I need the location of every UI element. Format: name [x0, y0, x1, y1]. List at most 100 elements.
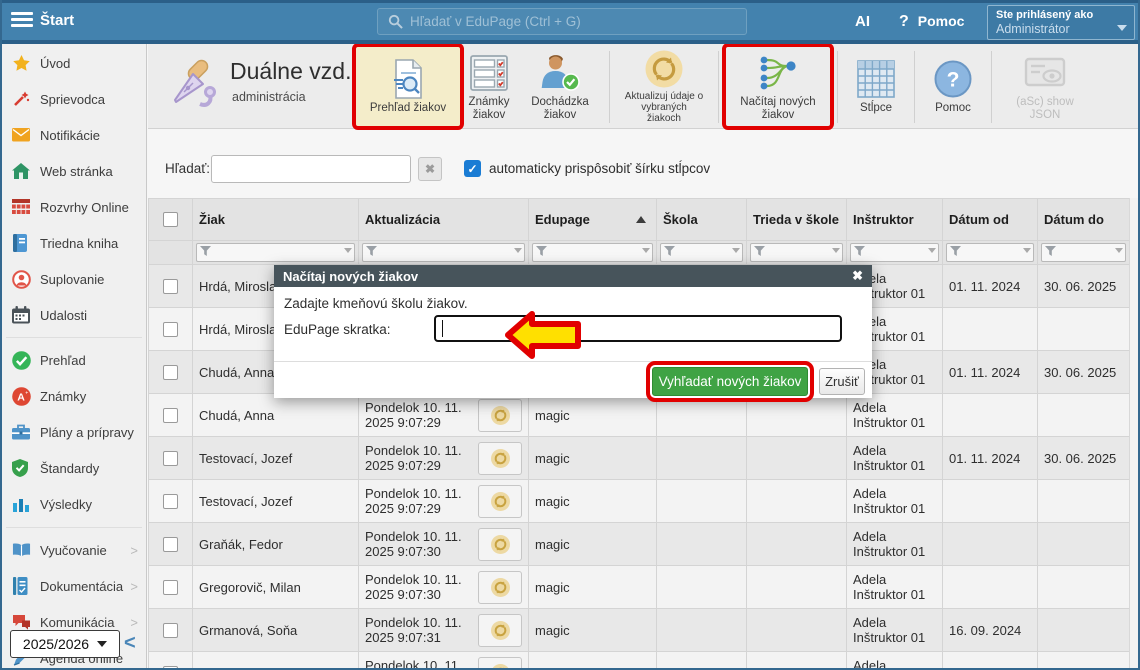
toolbar-button-doch-dzka-iakov[interactable]: Dochádzka žiakov	[518, 47, 602, 126]
sidebar-item-v-sledky[interactable]: Výsledky	[2, 486, 146, 522]
row-checkbox[interactable]	[163, 623, 178, 638]
logged-in-user-menu[interactable]: Ste prihlásený ako Administrátor	[987, 5, 1135, 40]
sidebar-item-dokument-cia[interactable]: Dokumentácia>	[2, 568, 146, 604]
page-subtitle: administrácia	[232, 90, 306, 104]
envelope-icon	[12, 126, 31, 145]
sidebar-item-notifik-cie[interactable]: Notifikácie	[2, 117, 146, 153]
row-checkbox[interactable]	[163, 322, 178, 337]
column-filter-dropdown[interactable]	[750, 243, 843, 262]
refresh-student-button[interactable]	[478, 528, 522, 561]
column-header-trieda-v-kole[interactable]: Trieda v škole	[747, 199, 847, 241]
cell-datum-do: 30. 06. 2025	[1038, 351, 1130, 394]
column-filter-dropdown[interactable]	[362, 243, 525, 262]
sidebar-item--tandardy[interactable]: Štandardy	[2, 450, 146, 486]
column-header-label: Dátum do	[1044, 212, 1104, 227]
toolbar-button-label: Prehľad žiakov	[370, 102, 446, 115]
cell-datum-do	[1038, 523, 1130, 566]
toolbar-button-aktualizuj-daje-o-vybran-ch-iakoch[interactable]: Aktualizuj údaje o vybraných žiakoch	[617, 47, 711, 126]
row-checkbox[interactable]	[163, 451, 178, 466]
sidebar-item-label: Známky	[40, 389, 86, 404]
cell-ziak: Testovací, Jozef	[193, 480, 359, 523]
sidebar-item-sprievodca[interactable]: Sprievodca	[2, 81, 146, 117]
cell-select	[149, 437, 193, 480]
row-checkbox[interactable]	[163, 580, 178, 595]
cell-datum-do	[1038, 609, 1130, 652]
edupage-code-input[interactable]	[434, 315, 842, 342]
cell-edupage: magic	[529, 609, 657, 652]
close-icon[interactable]: ✖	[852, 268, 863, 284]
sidebar-item-preh-ad[interactable]: Prehľad	[2, 342, 146, 378]
cell-select	[149, 566, 193, 609]
sidebar-collapse-icon[interactable]: <	[124, 632, 136, 655]
column-header--kola[interactable]: Škola	[657, 199, 747, 241]
table-search-input[interactable]	[211, 155, 411, 183]
sidebar-item-udalosti[interactable]: Udalosti	[2, 297, 146, 333]
sidebar-item--vod[interactable]: Úvod	[2, 45, 146, 81]
cell-trieda-v-skole	[747, 523, 847, 566]
sidebar-divider	[6, 527, 142, 528]
column-header-label: Inštruktor	[853, 212, 914, 227]
column-filter-dropdown[interactable]	[532, 243, 653, 262]
row-checkbox[interactable]	[163, 408, 178, 423]
ai-button[interactable]: AI	[855, 13, 870, 30]
toolbar-button-zn-mky-iakov[interactable]: Známky žiakov	[460, 47, 518, 126]
column-header-label: Aktualizácia	[365, 212, 440, 227]
sidebar-item-web-str-nka[interactable]: Web stránka	[2, 153, 146, 189]
auto-width-checkbox[interactable]: ✓	[464, 160, 481, 177]
column-header-d-tum-do[interactable]: Dátum do	[1038, 199, 1130, 241]
column-header-d-tum-od[interactable]: Dátum od	[943, 199, 1038, 241]
cell-skola	[657, 437, 747, 480]
toolbar-button-label: Známky žiakov	[466, 96, 512, 121]
sidebar-item-rozvrhy-online[interactable]: Rozvrhy Online	[2, 189, 146, 225]
clear-search-button[interactable]: ✖	[418, 157, 442, 181]
column-filter-dropdown[interactable]	[1041, 243, 1126, 262]
toolbar-button-st-pce[interactable]: Stĺpce	[845, 47, 907, 126]
refresh-student-button[interactable]	[478, 571, 522, 604]
column-filter-dropdown[interactable]	[660, 243, 743, 262]
start-menu[interactable]: Štart	[40, 12, 74, 29]
column-filter-dropdown[interactable]	[850, 243, 939, 262]
column-header-edupage[interactable]: Edupage	[529, 199, 657, 241]
column-filter-dropdown[interactable]	[946, 243, 1034, 262]
sidebar-item-suplovanie[interactable]: Suplovanie	[2, 261, 146, 297]
toolbar-button-preh-ad-iakov[interactable]: Prehľad žiakov	[356, 47, 460, 126]
cell-trieda-v-skole	[747, 394, 847, 437]
global-search[interactable]	[377, 8, 747, 35]
row-checkbox[interactable]	[163, 494, 178, 509]
column-header--iak[interactable]: Žiak	[193, 199, 359, 241]
refresh-student-button[interactable]	[478, 614, 522, 647]
sidebar-item-zn-mky[interactable]: A+Známky	[2, 378, 146, 414]
search-new-students-button[interactable]: Vyhľadať nových žiakov	[652, 367, 808, 396]
cell-skola	[657, 480, 747, 523]
toolbar-button-na-taj-nov-ch-iakov[interactable]: Načítaj nových žiakov	[726, 47, 830, 126]
cancel-button[interactable]: Zrušiť	[819, 368, 865, 395]
cell-datum-do	[1038, 480, 1130, 523]
refresh-student-button[interactable]	[478, 399, 522, 432]
column-header-label: Žiak	[199, 212, 225, 227]
toolbar-button-pomoc[interactable]: ?Pomoc	[922, 47, 984, 126]
refresh-student-button[interactable]	[478, 442, 522, 475]
toolbar-button-label: Stĺpce	[860, 102, 892, 115]
select-all-checkbox[interactable]	[163, 212, 178, 227]
row-checkbox[interactable]	[163, 537, 178, 552]
shield-check-icon	[12, 459, 31, 478]
search-input[interactable]	[410, 14, 746, 29]
row-checkbox[interactable]	[163, 365, 178, 380]
toolbar-divider	[837, 51, 838, 123]
sidebar-item-triedna-kniha[interactable]: Triedna kniha	[2, 225, 146, 261]
refresh-student-button[interactable]	[478, 485, 522, 518]
help-button[interactable]: ?Pomoc	[899, 13, 964, 31]
vertical-scrollbar[interactable]	[1129, 198, 1138, 668]
hamburger-menu-icon[interactable]	[11, 12, 33, 31]
sidebar-item-pl-ny-a-pr-pravy[interactable]: Plány a prípravy	[2, 414, 146, 450]
row-checkbox[interactable]	[163, 666, 178, 669]
column-header-in-truktor[interactable]: Inštruktor	[847, 199, 943, 241]
column-filter-dropdown[interactable]	[196, 243, 355, 262]
row-checkbox[interactable]	[163, 279, 178, 294]
sidebar-item-vyu-ovanie[interactable]: Vyučovanie>	[2, 532, 146, 568]
school-year-select[interactable]: 2025/2026	[10, 630, 120, 658]
timetable-grid-icon	[12, 198, 31, 217]
column-header-aktualiz-cia[interactable]: Aktualizácia	[359, 199, 529, 241]
refresh-student-button[interactable]	[478, 657, 522, 669]
filter-cell	[359, 241, 529, 265]
